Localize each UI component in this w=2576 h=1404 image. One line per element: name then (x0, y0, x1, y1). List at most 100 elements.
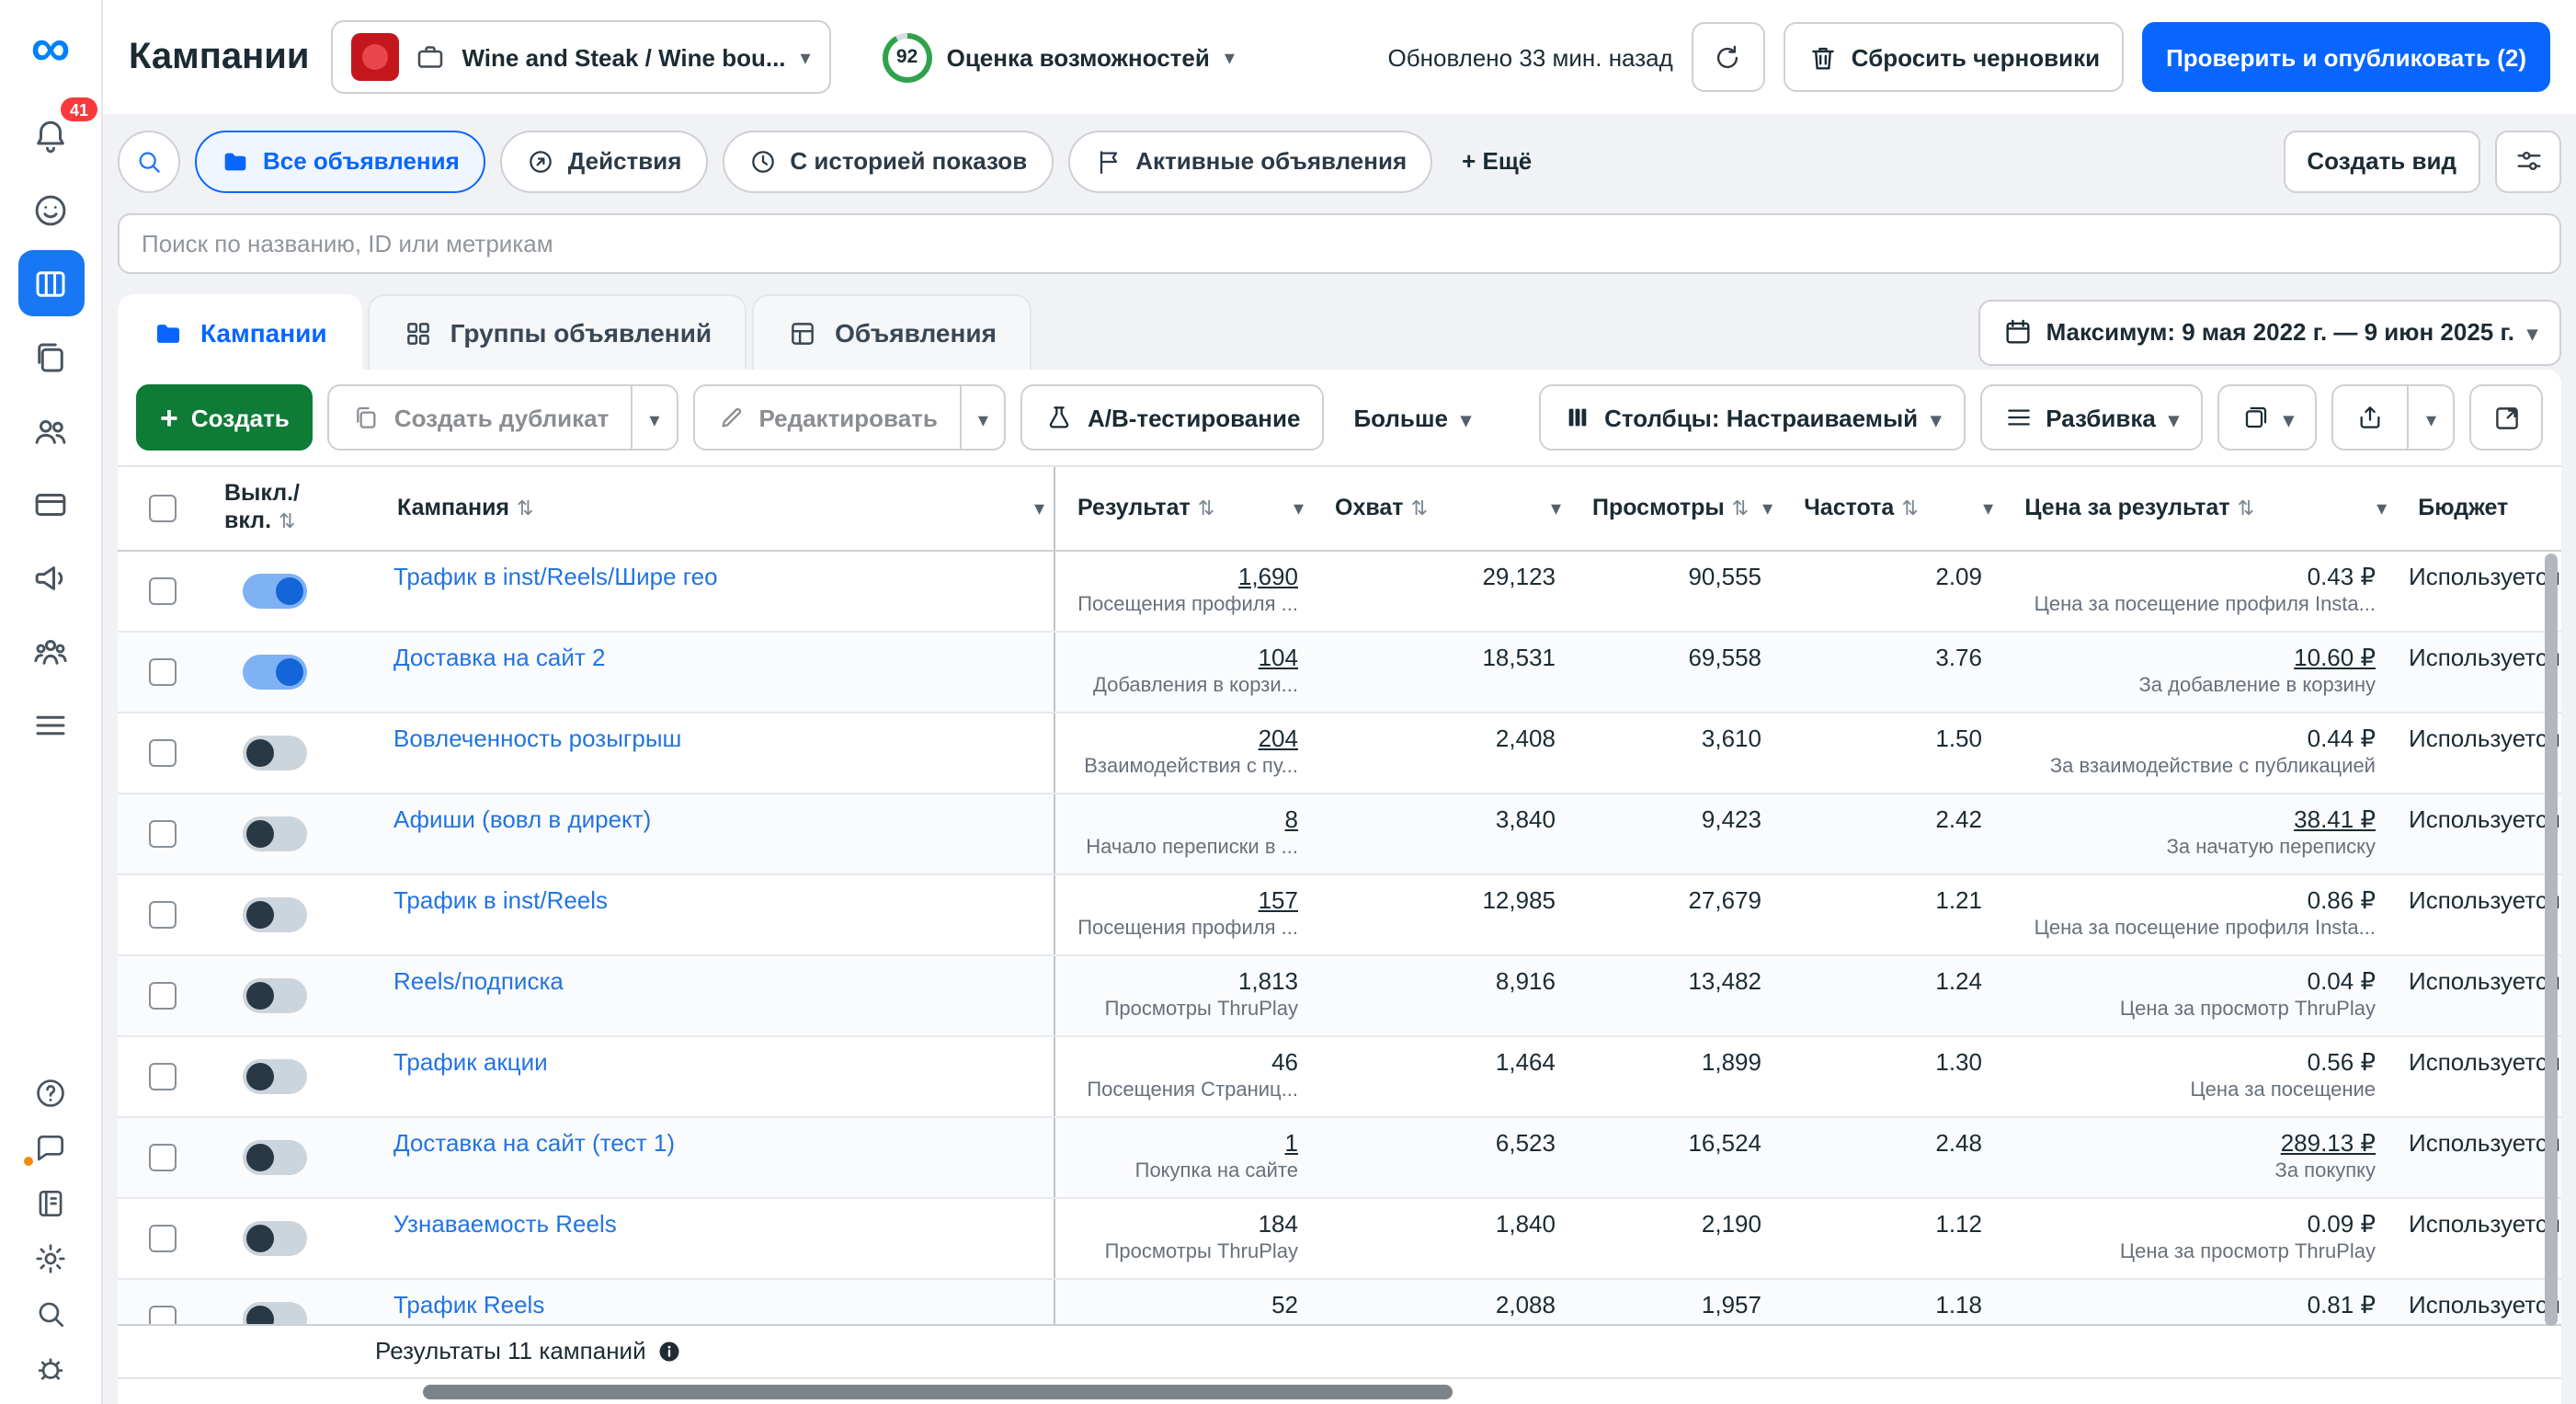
audiences-nav-button[interactable] (17, 397, 84, 463)
col-toggle-header[interactable]: Выкл./вкл. (206, 467, 375, 550)
cost-per-result-value[interactable]: 0.09 ₽ (2308, 1208, 2376, 1239)
tab-campaigns[interactable]: Кампании (118, 294, 362, 370)
campaign-name-link[interactable]: Трафик акции (393, 1048, 1035, 1076)
result-value[interactable]: 8 (1285, 804, 1298, 835)
row-checkbox[interactable] (148, 982, 176, 1010)
campaign-active-toggle[interactable] (243, 978, 307, 1013)
campaign-active-toggle[interactable] (243, 816, 307, 851)
result-value[interactable]: 184 (1259, 1208, 1298, 1239)
campaign-active-toggle[interactable] (243, 897, 307, 932)
settings-button[interactable] (17, 1231, 84, 1284)
report-bug-button[interactable] (17, 1341, 84, 1395)
campaign-name-link[interactable]: Доставка на сайт (тест 1) (393, 1129, 1035, 1157)
columns-button[interactable]: Столбцы: Настраиваемый (1538, 384, 1965, 451)
row-checkbox[interactable] (148, 1225, 176, 1252)
col-views-header[interactable]: Просмотры (1570, 467, 1782, 550)
more-actions-button[interactable]: Больше (1339, 384, 1486, 451)
billing-nav-button[interactable] (17, 471, 84, 537)
col-campaign-header[interactable]: Кампания (375, 467, 1055, 550)
column-menu-caret[interactable] (2377, 494, 2387, 523)
cost-per-result-value[interactable]: 0.43 ₽ (2308, 561, 2376, 592)
open-in-new-window-button[interactable] (2469, 384, 2543, 451)
result-value[interactable]: 46 (1271, 1046, 1298, 1078)
account-overview-button[interactable] (17, 177, 84, 243)
edit-button[interactable]: Редактировать (694, 386, 959, 449)
export-button[interactable] (2334, 386, 2408, 449)
pages-nav-button[interactable] (17, 324, 84, 390)
review-publish-button[interactable]: Проверить и опубликовать (2) (2142, 22, 2550, 92)
meta-logo[interactable] (17, 15, 84, 85)
ab-test-button[interactable]: A/B-тестирование (1021, 384, 1325, 451)
ad-account-selector[interactable]: Wine and Steak / Wine bou... (332, 20, 831, 94)
filter-pill-all-ads[interactable]: Все объявления (195, 130, 485, 192)
campaign-name-link[interactable]: Узнаваемость Reels (393, 1210, 1035, 1238)
row-checkbox[interactable] (148, 1144, 176, 1171)
tab-ad-sets[interactable]: Группы объявлений (368, 294, 747, 370)
column-menu-caret[interactable] (1762, 494, 1772, 523)
row-checkbox[interactable] (148, 901, 176, 929)
opportunity-score[interactable]: 92 Оценка возможностей (883, 32, 1235, 82)
campaign-name-link[interactable]: Вовлеченность розыгрыш (393, 725, 1035, 752)
cost-per-result-value[interactable]: 0.86 ₽ (2308, 885, 2376, 916)
campaign-active-toggle[interactable] (243, 1059, 307, 1094)
result-value[interactable]: 1,690 (1238, 561, 1298, 592)
campaign-name-link[interactable]: Трафик в inst/Reels (393, 886, 1035, 914)
create-campaign-button[interactable]: Создать (136, 384, 313, 451)
filter-pill-actions[interactable]: Действия (500, 130, 708, 192)
collaborators-nav-button[interactable] (17, 618, 84, 684)
cost-per-result-value[interactable]: 38.41 ₽ (2294, 804, 2376, 835)
row-checkbox[interactable] (148, 820, 176, 848)
search-filter-button[interactable] (118, 130, 180, 192)
campaign-name-link[interactable]: Доставка на сайт 2 (393, 644, 1035, 671)
campaign-name-link[interactable]: Reels/подписка (393, 967, 1035, 995)
horizontal-scrollbar-thumb[interactable] (423, 1384, 1453, 1398)
row-checkbox[interactable] (148, 1306, 176, 1323)
result-value[interactable]: 157 (1259, 885, 1298, 916)
row-checkbox[interactable] (148, 658, 176, 686)
column-menu-caret[interactable] (1551, 494, 1561, 523)
global-search-button[interactable] (17, 1286, 84, 1340)
col-budget-header[interactable]: Бюджет (2396, 467, 2561, 550)
result-value[interactable]: 52 (1271, 1289, 1298, 1320)
campaign-name-link[interactable]: Трафик в inst/Reels/Шире гео (393, 563, 1035, 590)
col-frequency-header[interactable]: Частота (1782, 467, 2002, 550)
result-value[interactable]: 204 (1259, 723, 1298, 754)
campaign-active-toggle[interactable] (243, 574, 307, 609)
campaign-active-toggle[interactable] (243, 736, 307, 770)
reports-button[interactable] (2217, 384, 2318, 451)
result-value[interactable]: 104 (1259, 642, 1298, 673)
cost-per-result-value[interactable]: 0.81 ₽ (2308, 1289, 2376, 1320)
cost-per-result-value[interactable]: 0.44 ₽ (2308, 723, 2376, 754)
campaign-name-link[interactable]: Трафик Reels (393, 1291, 1035, 1318)
refresh-button[interactable] (1692, 22, 1765, 92)
cost-per-result-value[interactable]: 0.56 ₽ (2308, 1046, 2376, 1078)
feedback-button[interactable] (17, 1121, 84, 1174)
column-menu-caret[interactable] (1034, 494, 1044, 523)
cost-per-result-value[interactable]: 10.60 ₽ (2294, 642, 2376, 673)
campaign-active-toggle[interactable] (243, 655, 307, 690)
date-range-button[interactable]: Максимум: 9 мая 2022 г. — 9 июн 2025 г. (1978, 299, 2561, 365)
col-reach-header[interactable]: Охват (1313, 467, 1570, 550)
notifications-button[interactable]: 41 (17, 103, 84, 169)
cost-per-result-value[interactable]: 289.13 ₽ (2281, 1127, 2376, 1159)
campaign-name-link[interactable]: Афиши (вовл в директ) (393, 805, 1035, 833)
help-button[interactable] (17, 1066, 84, 1119)
duplicate-button[interactable]: Создать дубликат (330, 386, 632, 449)
campaign-active-toggle[interactable] (243, 1302, 307, 1323)
filter-pill-had-delivery[interactable]: С историей показов (722, 130, 1053, 192)
cost-per-result-value[interactable]: 0.04 ₽ (2308, 965, 2376, 997)
campaign-active-toggle[interactable] (243, 1221, 307, 1256)
tab-ads[interactable]: Объявления (752, 294, 1032, 370)
result-value[interactable]: 1 (1285, 1127, 1298, 1159)
duplicate-options-caret[interactable] (631, 386, 676, 449)
campaign-active-toggle[interactable] (243, 1140, 307, 1175)
row-checkbox[interactable] (148, 739, 176, 767)
column-menu-caret[interactable] (1983, 494, 1993, 523)
all-tools-menu-button[interactable] (17, 691, 84, 758)
breakdown-button[interactable]: Разбивка (1979, 384, 2203, 451)
search-input[interactable] (118, 213, 2561, 274)
select-all-checkbox[interactable] (148, 495, 176, 522)
campaigns-nav-button[interactable] (17, 250, 84, 316)
row-checkbox[interactable] (148, 577, 176, 605)
column-menu-caret[interactable] (1294, 494, 1304, 523)
